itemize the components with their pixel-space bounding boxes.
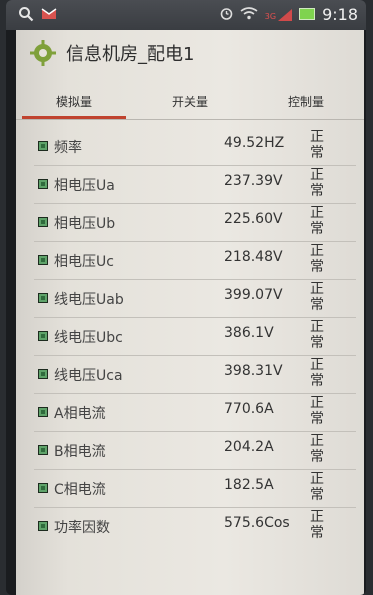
item-status: 正常 <box>310 167 324 199</box>
item-status: 正常 <box>310 243 324 275</box>
item-status: 正常 <box>310 281 324 313</box>
status-indicator-icon <box>38 179 48 189</box>
item-value: 225.60V <box>224 211 283 227</box>
battery-icon <box>299 6 316 24</box>
item-status: 正常 <box>310 205 324 237</box>
item-label: A相电流 <box>54 406 106 422</box>
item-label: 相电压Ua <box>54 178 115 194</box>
item-status: 正常 <box>310 129 324 161</box>
tab-label: 开关量 <box>171 94 208 109</box>
android-app-icon[interactable] <box>30 40 56 66</box>
list-item: 线电压Uca 398.31V 正常 <box>34 356 356 394</box>
wifi-icon <box>240 6 258 24</box>
alarm-icon <box>220 6 233 24</box>
tab-label: 控制量 <box>287 94 324 109</box>
status-indicator-icon <box>38 521 48 531</box>
tab-divider <box>16 119 364 120</box>
item-label: 线电压Uca <box>54 368 123 384</box>
title-bar: 信息机房_配电1 <box>16 30 364 76</box>
status-indicator-icon <box>38 445 48 455</box>
item-label: 相电压Ub <box>54 216 116 232</box>
status-indicator-icon <box>38 407 48 417</box>
phone-frame: 3G 9:18 信息机房_配电1 模拟量 开关量 控制量 频率 49.52HZ … <box>6 0 366 595</box>
status-bar: 3G 9:18 <box>6 0 366 30</box>
status-indicator-icon <box>38 483 48 493</box>
network-type-label: 3G <box>264 11 277 21</box>
list-item: 功率因数 575.6Cos 正常 <box>34 508 356 545</box>
item-value: 182.5A <box>224 477 274 493</box>
item-label: C相电流 <box>54 482 106 498</box>
item-status: 正常 <box>310 471 324 503</box>
tab-bar: 模拟量 开关量 控制量 <box>16 84 364 120</box>
item-label: 频率 <box>54 140 82 156</box>
item-status: 正常 <box>310 433 324 465</box>
list-item: 相电压Ua 237.39V 正常 <box>34 166 356 204</box>
list-item: 线电压Uab 399.07V 正常 <box>34 280 356 318</box>
tab-control[interactable]: 控制量 <box>248 84 364 118</box>
search-icon[interactable] <box>18 6 34 26</box>
tab-analog[interactable]: 模拟量 <box>16 84 132 120</box>
item-value: 575.6Cos <box>224 515 290 531</box>
item-status: 正常 <box>310 395 324 427</box>
item-status: 正常 <box>310 319 324 351</box>
notification-app-icon <box>40 6 58 26</box>
app-screen: 信息机房_配电1 模拟量 开关量 控制量 频率 49.52HZ 正常 相电压Ua 23… <box>16 30 364 595</box>
page-title: 信息机房_配电1 <box>66 44 195 65</box>
list-item: 相电压Uc 218.48V 正常 <box>34 242 356 280</box>
status-indicator-icon <box>38 217 48 227</box>
status-indicator-icon <box>38 293 48 303</box>
tab-switch[interactable]: 开关量 <box>132 84 248 118</box>
status-indicator-icon <box>38 331 48 341</box>
item-value: 386.1V <box>224 325 274 341</box>
tab-label: 模拟量 <box>55 94 92 109</box>
status-indicator-icon <box>38 255 48 265</box>
list-item: 相电压Ub 225.60V 正常 <box>34 204 356 242</box>
item-value: 49.52HZ <box>224 135 285 151</box>
item-value: 770.6A <box>224 401 274 417</box>
item-value: 237.39V <box>224 173 283 189</box>
list-item: A相电流 770.6A 正常 <box>34 394 356 432</box>
item-value: 218.48V <box>224 249 283 265</box>
item-value: 398.31V <box>224 363 283 379</box>
list-item: 频率 49.52HZ 正常 <box>34 128 356 166</box>
list-item: C相电流 182.5A 正常 <box>34 470 356 508</box>
status-time: 9:18 <box>322 5 358 24</box>
item-label: 相电压Uc <box>54 254 114 270</box>
item-label: 功率因数 <box>54 520 110 536</box>
item-value: 399.07V <box>224 287 283 303</box>
item-label: 线电压Ubc <box>54 330 123 346</box>
signal-icon: 3G <box>264 8 293 21</box>
list-item: 线电压Ubc 386.1V 正常 <box>34 318 356 356</box>
item-label: 线电压Uab <box>54 292 124 308</box>
item-label: B相电流 <box>54 444 106 460</box>
item-status: 正常 <box>310 509 324 541</box>
list-item: B相电流 204.2A 正常 <box>34 432 356 470</box>
status-indicator-icon <box>38 369 48 379</box>
item-status: 正常 <box>310 357 324 389</box>
status-indicator-icon <box>38 141 48 151</box>
measurement-list: 频率 49.52HZ 正常 相电压Ua 237.39V 正常 相电压Ub 225.60V 正… <box>16 128 364 545</box>
item-value: 204.2A <box>224 439 274 455</box>
